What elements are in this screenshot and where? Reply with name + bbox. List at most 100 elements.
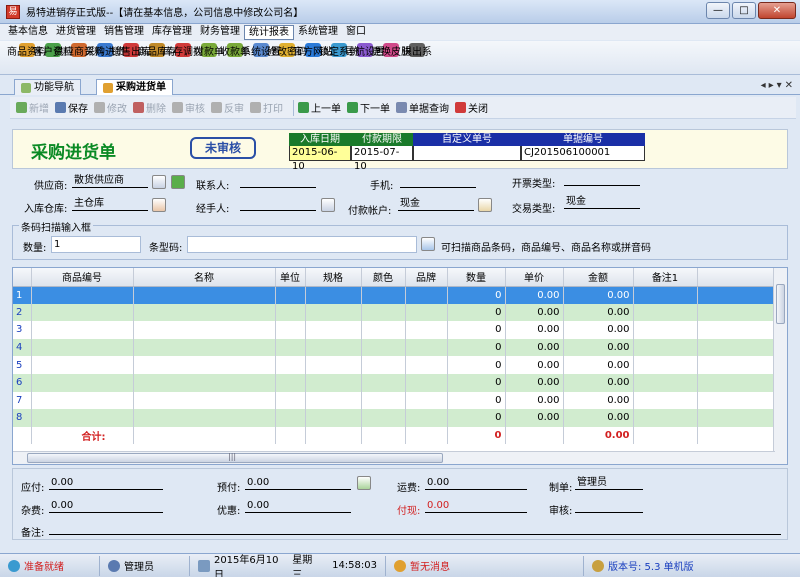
warehouse-picker-icon[interactable] xyxy=(152,198,166,212)
cell-brand[interactable] xyxy=(405,373,448,392)
cell-qty[interactable]: 0 xyxy=(447,303,506,322)
cell-brand[interactable] xyxy=(405,321,448,339)
cell-remark1[interactable] xyxy=(633,391,698,410)
cell-amount[interactable]: 0.00 xyxy=(563,356,634,374)
cash-pay-field[interactable]: 0.00 xyxy=(425,499,527,513)
cell-product-code[interactable] xyxy=(31,373,134,392)
menu-inventory[interactable]: 库存管理 xyxy=(148,25,196,40)
invoice-type-field[interactable] xyxy=(564,172,640,186)
cell-remark1[interactable] xyxy=(633,373,698,392)
cell-color[interactable] xyxy=(361,373,406,392)
menu-window[interactable]: 窗口 xyxy=(342,25,370,40)
toolbar-button-15[interactable]: 退出系 xyxy=(402,41,432,74)
cell-extra[interactable] xyxy=(697,321,774,339)
cell-qty[interactable]: 0 xyxy=(447,409,506,427)
table-row[interactable]: 5 0 0.00 0.00 xyxy=(13,356,774,374)
phone-field[interactable] xyxy=(400,174,476,188)
cell-brand[interactable] xyxy=(405,391,448,410)
vscroll-thumb[interactable] xyxy=(776,284,785,324)
row-number[interactable]: 3 xyxy=(13,321,32,339)
col-color[interactable]: 颜色 xyxy=(361,268,406,287)
cell-amount[interactable]: 0.00 xyxy=(563,373,634,392)
cell-price[interactable]: 0.00 xyxy=(505,303,564,322)
col-amount[interactable]: 金额 xyxy=(563,268,634,287)
cell-spec[interactable] xyxy=(305,321,362,339)
add-supplier-icon[interactable] xyxy=(171,175,185,189)
cell-product-code[interactable] xyxy=(31,356,134,374)
tab-function-nav[interactable]: 功能导航 xyxy=(14,79,81,95)
supplier-field[interactable]: 散货供应商 xyxy=(72,174,148,188)
cell-unit[interactable] xyxy=(275,321,306,339)
cell-color[interactable] xyxy=(361,286,406,304)
cell-spec[interactable] xyxy=(305,409,362,427)
doc-button-1[interactable]: 保存 xyxy=(55,100,88,115)
remark-field[interactable] xyxy=(49,521,781,535)
row-number[interactable]: 4 xyxy=(13,338,32,357)
cell-amount[interactable]: 0.00 xyxy=(563,338,634,357)
cell-unit[interactable] xyxy=(275,286,306,304)
cell-qty[interactable]: 0 xyxy=(447,391,506,410)
cell-price[interactable]: 0.00 xyxy=(505,409,564,427)
cell-product-code[interactable] xyxy=(31,391,134,410)
cell-amount[interactable]: 0.00 xyxy=(563,409,634,427)
table-row[interactable]: 8 0 0.00 0.00 xyxy=(13,409,774,427)
cell-remark1[interactable] xyxy=(633,321,698,339)
cell-price[interactable]: 0.00 xyxy=(505,373,564,392)
payable-field[interactable]: 0.00 xyxy=(49,476,163,490)
cell-extra[interactable] xyxy=(697,338,774,357)
cell-unit[interactable] xyxy=(275,391,306,410)
cell-remark1[interactable] xyxy=(633,286,698,304)
doc-button-4[interactable]: 审核 xyxy=(172,100,205,115)
misc-fee-field[interactable]: 0.00 xyxy=(49,499,163,513)
tab-purchase-order[interactable]: 采购进货单 xyxy=(96,79,173,95)
cell-amount[interactable]: 0.00 xyxy=(563,391,634,410)
doc-button-7[interactable]: 上一单 xyxy=(298,100,341,115)
prepaid-field[interactable]: 0.00 xyxy=(245,476,351,490)
doc-button-10[interactable]: 关闭 xyxy=(455,100,488,115)
doc-button-3[interactable]: 删除 xyxy=(133,100,166,115)
toolbar-button-6[interactable]: 库存调拨 xyxy=(163,41,203,74)
cell-amount[interactable]: 0.00 xyxy=(563,303,634,322)
row-number[interactable]: 7 xyxy=(13,391,32,410)
cell-price[interactable]: 0.00 xyxy=(505,338,564,357)
cell-spec[interactable] xyxy=(305,303,362,322)
barcode-input[interactable] xyxy=(187,236,417,253)
cell-remark1[interactable] xyxy=(633,338,698,357)
menu-finance[interactable]: 财务管理 xyxy=(196,25,244,40)
table-row[interactable]: 1 0 0.00 0.00 xyxy=(13,286,774,304)
cell-name[interactable] xyxy=(133,321,276,339)
menu-purchase[interactable]: 进货管理 xyxy=(52,25,100,40)
grid-horizontal-scrollbar[interactable]: ||| xyxy=(13,451,775,464)
cell-name[interactable] xyxy=(133,373,276,392)
cell-remark1[interactable] xyxy=(633,356,698,374)
cell-product-code[interactable] xyxy=(31,409,134,427)
table-row[interactable]: 3 0 0.00 0.00 xyxy=(13,321,774,339)
cell-qty[interactable]: 0 xyxy=(447,373,506,392)
cell-unit[interactable] xyxy=(275,373,306,392)
cell-qty[interactable]: 0 xyxy=(447,338,506,357)
cell-unit[interactable] xyxy=(275,338,306,357)
toolbar-button-14[interactable]: 更换皮肤 xyxy=(371,41,411,74)
col-brand[interactable]: 品牌 xyxy=(405,268,448,287)
custom-no-field[interactable] xyxy=(413,146,521,161)
row-number[interactable]: 8 xyxy=(13,409,32,427)
cell-price[interactable]: 0.00 xyxy=(505,321,564,339)
cell-qty[interactable]: 0 xyxy=(447,286,506,304)
trade-type-field[interactable]: 现金 xyxy=(564,195,640,209)
cell-name[interactable] xyxy=(133,338,276,357)
row-number[interactable]: 1 xyxy=(13,286,32,304)
cell-unit[interactable] xyxy=(275,356,306,374)
col-unit[interactable]: 单位 xyxy=(275,268,306,287)
row-number[interactable]: 5 xyxy=(13,356,32,374)
cell-spec[interactable] xyxy=(305,286,362,304)
contact-field[interactable] xyxy=(240,174,316,188)
cell-product-code[interactable] xyxy=(31,303,134,322)
cell-remark1[interactable] xyxy=(633,409,698,427)
hscroll-thumb[interactable]: ||| xyxy=(27,452,443,463)
cell-product-code[interactable] xyxy=(31,286,134,304)
cell-spec[interactable] xyxy=(305,391,362,410)
cell-color[interactable] xyxy=(361,409,406,427)
row-number[interactable]: 6 xyxy=(13,373,32,392)
cell-extra[interactable] xyxy=(697,303,774,322)
warehouse-field[interactable]: 主仓库 xyxy=(72,197,148,211)
